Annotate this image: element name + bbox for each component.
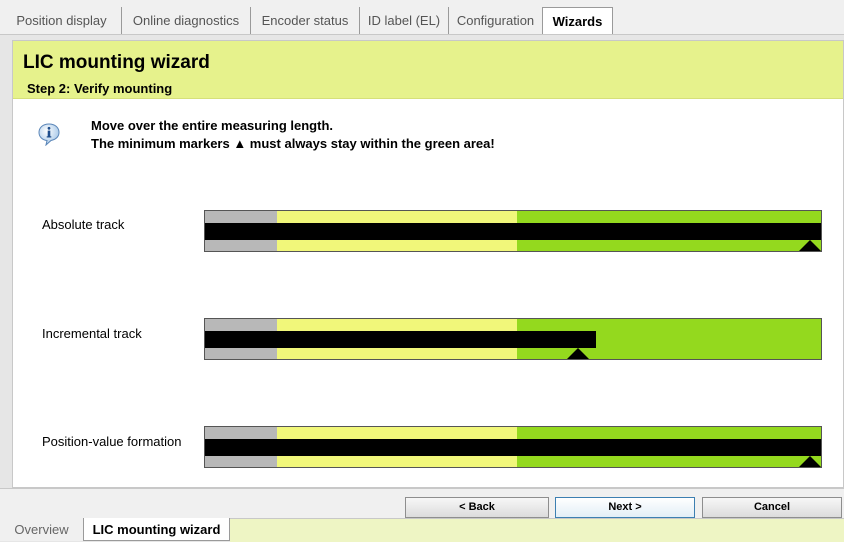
next-button[interactable]: Next > — [555, 497, 695, 518]
wizard-button-bar: < Back Next > Cancel — [0, 488, 844, 519]
signal-level-bar — [205, 331, 596, 348]
instruction-line-2: The minimum markers ▲ must always stay w… — [91, 136, 495, 151]
signal-level-bar — [205, 439, 821, 456]
tab-position-display[interactable]: Position display — [2, 7, 122, 34]
tab-encoder-status[interactable]: Encoder status — [251, 7, 360, 34]
top-tab-bar: Position display Online diagnostics Enco… — [0, 0, 844, 35]
minimum-marker-icon — [799, 240, 821, 251]
tab-id-label[interactable]: ID label (EL) — [360, 7, 449, 34]
wizard-panel: LIC mounting wizard Step 2: Verify mount… — [12, 40, 844, 488]
tab-lic-mounting-wizard[interactable]: LIC mounting wizard — [83, 518, 230, 541]
info-icon — [38, 123, 60, 146]
tab-overview[interactable]: Overview — [0, 518, 83, 541]
absolute-track-bar — [204, 210, 822, 252]
absolute-track-label: Absolute track — [42, 217, 125, 232]
position-value-formation-bar — [204, 426, 822, 468]
wizard-title: LIC mounting wizard — [23, 52, 210, 73]
cancel-button[interactable]: Cancel — [702, 497, 842, 518]
minimum-marker-icon — [566, 348, 589, 359]
bottom-tab-strip — [230, 518, 844, 542]
wizard-step-title: Step 2: Verify mounting — [27, 81, 173, 96]
wizard-header: LIC mounting wizard Step 2: Verify mount… — [13, 41, 843, 99]
bottom-tab-bar: Overview LIC mounting wizard — [0, 518, 844, 542]
signal-level-bar — [205, 223, 821, 240]
position-value-formation-label: Position-value formation — [42, 434, 182, 449]
instruction-line-1: Move over the entire measuring length. — [91, 118, 333, 133]
tab-configuration[interactable]: Configuration — [449, 7, 542, 34]
tab-wizards[interactable]: Wizards — [542, 7, 613, 34]
incremental-track-label: Incremental track — [42, 326, 142, 341]
back-button[interactable]: < Back — [405, 497, 549, 518]
tab-online-diagnostics[interactable]: Online diagnostics — [122, 7, 251, 34]
incremental-track-bar — [204, 318, 822, 360]
minimum-marker-icon — [799, 456, 821, 467]
